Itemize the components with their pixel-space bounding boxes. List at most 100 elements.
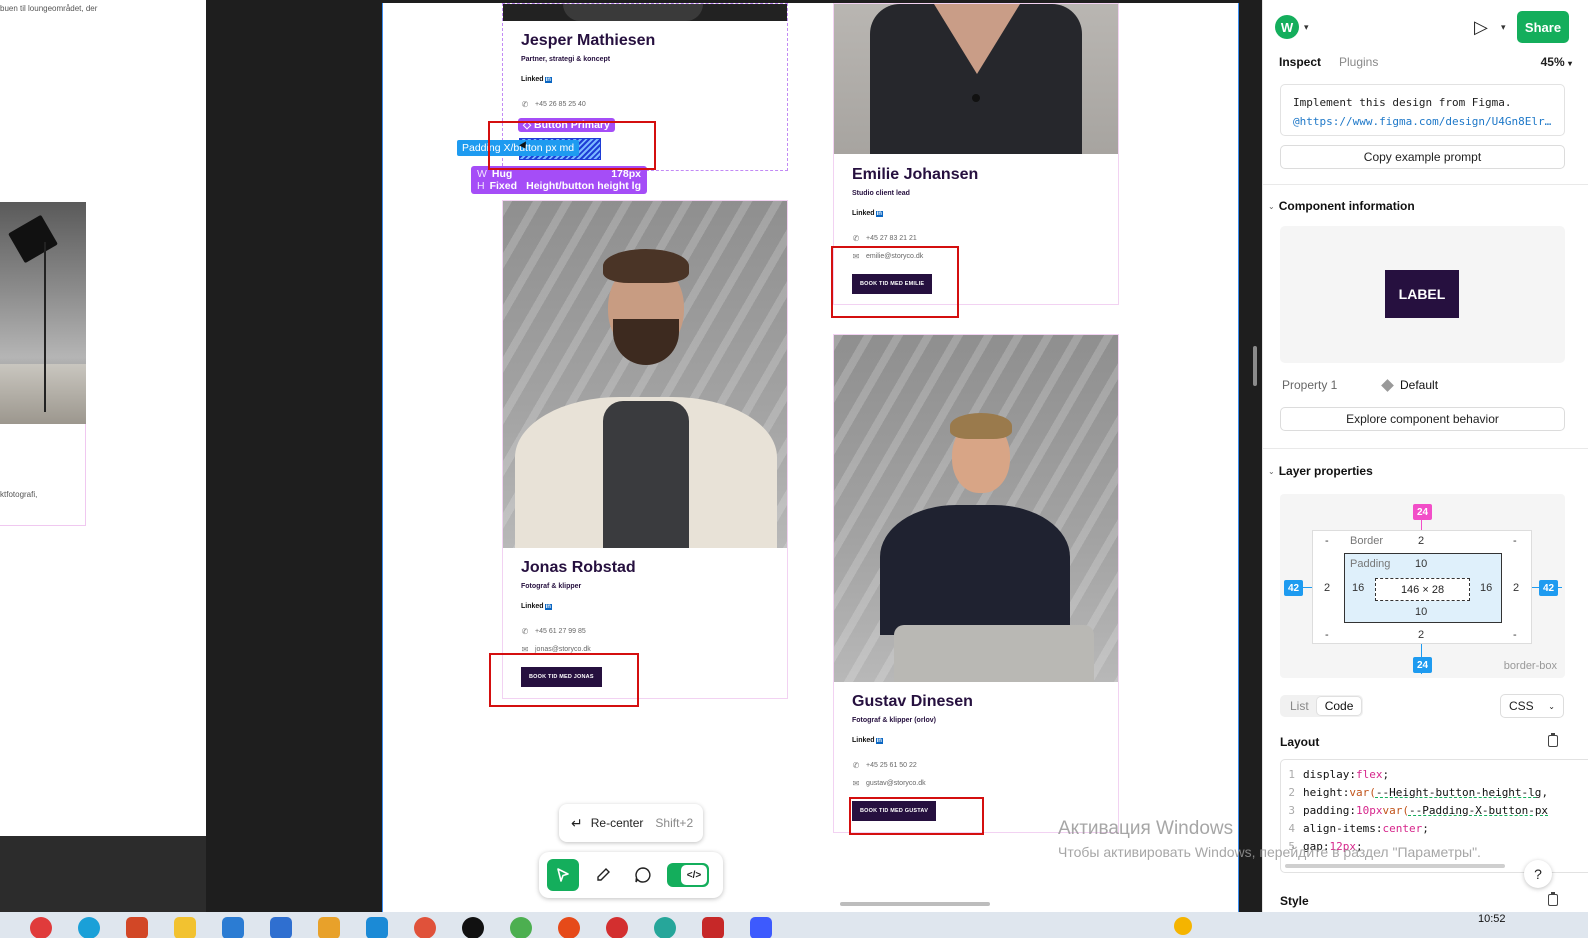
app-icon[interactable]	[510, 917, 532, 938]
design-canvas[interactable]: buen til loungeområdet, der ktfotografi,…	[0, 0, 1262, 912]
app-icon[interactable]	[750, 917, 772, 938]
component-info-header[interactable]: ⌄ Component information	[1268, 199, 1415, 213]
browser-icon[interactable]	[414, 917, 436, 938]
padding-left-value: 16	[1352, 582, 1365, 594]
chevron-down-icon[interactable]: ▾	[1304, 22, 1309, 33]
avatar[interactable]: W	[1275, 15, 1299, 39]
box-model-diagram: 24 24 42 42 - - - - Border 2 2 2 2 Paddi…	[1280, 494, 1565, 678]
color-picker-button[interactable]	[587, 859, 619, 891]
taskbar-clock[interactable]: 10:52	[1478, 913, 1506, 925]
app-icon[interactable]	[318, 917, 340, 938]
variant-diamond-icon	[1381, 378, 1394, 392]
app-icon[interactable]	[366, 917, 388, 938]
chevron-down-icon[interactable]: ▾	[1501, 22, 1506, 33]
folder-icon[interactable]	[174, 917, 196, 938]
share-button[interactable]: Share	[1517, 11, 1569, 43]
component-preview-label: LABEL	[1385, 270, 1459, 318]
member-role: Fotograf & klipper	[521, 583, 582, 590]
mail-icon[interactable]	[702, 917, 724, 938]
language-select[interactable]: CSS ⌄	[1500, 694, 1564, 718]
view-code-button[interactable]: Code	[1316, 697, 1362, 715]
phone-icon: ✆	[521, 100, 529, 109]
bottom-toolbar: </>	[539, 852, 723, 898]
linkedin-link[interactable]: Linked in	[852, 737, 883, 744]
copy-clipboard-icon[interactable]	[1548, 892, 1558, 906]
canvas-horizontal-scrollbar[interactable]	[840, 902, 990, 906]
left-frame-text-bottom: ktfotografi,	[0, 490, 38, 499]
member-role: Studio client lead	[852, 190, 910, 197]
team-card-jonas[interactable]: Jonas Robstad Fotograf & klipper Linked i…	[502, 200, 788, 699]
tab-plugins[interactable]: Plugins	[1339, 55, 1378, 69]
view-list-button[interactable]: List	[1282, 697, 1317, 715]
inspect-panel: W ▾ ▷ ▾ Share Inspect Plugins 45% ▾ Impl…	[1262, 0, 1588, 912]
left-frame-footer	[0, 836, 206, 912]
member-role: Partner, strategi & koncept	[521, 56, 611, 63]
comment-button[interactable]	[627, 859, 659, 891]
border-top-value: 2	[1418, 535, 1425, 547]
zoom-level[interactable]: 45% ▾	[1541, 55, 1572, 69]
panel-tabs: Inspect Plugins 45% ▾	[1263, 52, 1588, 76]
linkedin-link[interactable]: Linked in	[521, 603, 552, 610]
canvas-vertical-scrollbar[interactable]	[1253, 346, 1257, 386]
copy-prompt-button[interactable]: Copy example prompt	[1280, 145, 1565, 169]
code-line: 2 height: var(--Height-button-height-lg,	[1288, 786, 1549, 799]
style-header: Style	[1280, 894, 1309, 908]
mail-icon: ✉	[852, 779, 860, 788]
eyedropper-icon	[597, 868, 610, 881]
prompt-line: Implement this design from Figma.	[1293, 96, 1512, 109]
phone-icon: ✆	[521, 627, 529, 636]
layout-header: Layout	[1280, 735, 1320, 749]
member-role: Fotograf & klipper (orlov)	[852, 717, 936, 724]
size-tooltip: W Hug 178px H Fixed Height/button height lg	[471, 166, 647, 194]
app-icon[interactable]	[222, 917, 244, 938]
explore-behavior-button[interactable]: Explore component behavior	[1280, 407, 1565, 431]
margin-left-value: 42	[1284, 580, 1304, 596]
padding-top-value: 10	[1415, 558, 1428, 570]
dev-mode-toggle[interactable]: </>	[667, 863, 709, 887]
app-icon[interactable]	[30, 917, 52, 938]
linkedin-link[interactable]: Linked in	[852, 210, 883, 217]
app-icon[interactable]	[270, 917, 292, 938]
recenter-button[interactable]: ↵ Re-center Shift+2	[559, 804, 703, 842]
highlight-box	[831, 246, 959, 318]
tab-inspect[interactable]: Inspect	[1279, 55, 1321, 69]
layer-properties-header[interactable]: ⌄ Layer properties	[1268, 464, 1373, 478]
present-play-icon[interactable]: ▷	[1474, 17, 1488, 38]
box-sizing-label: border-box	[1503, 660, 1557, 672]
left-frame[interactable]: buen til loungeområdet, der ktfotografi,	[0, 0, 206, 836]
help-button[interactable]: ?	[1524, 860, 1552, 888]
notification-icon[interactable]	[1174, 917, 1192, 935]
app-icon[interactable]	[654, 917, 676, 938]
studio-photo	[0, 202, 86, 424]
app-icon[interactable]	[558, 917, 580, 938]
divider	[1263, 448, 1588, 449]
linkedin-icon: in	[544, 604, 552, 610]
member-email[interactable]: ✉ gustav@storyco.dk	[852, 779, 926, 788]
code-horizontal-scrollbar[interactable]	[1285, 864, 1505, 868]
member-phone: ✆ +45 25 61 50 22	[852, 761, 917, 770]
app-icon[interactable]	[606, 917, 628, 938]
cursor-icon	[557, 868, 569, 882]
member-name: Jonas Robstad	[521, 559, 636, 576]
move-tool-button[interactable]	[547, 859, 579, 891]
copy-clipboard-icon[interactable]	[1548, 733, 1558, 747]
chevron-down-icon: ⌄	[1548, 701, 1555, 711]
phone-icon: ✆	[852, 761, 860, 770]
team-card-gustav[interactable]: Gustav Dinesen Fotograf & klipper (orlov…	[833, 334, 1119, 833]
team-photo	[834, 335, 1118, 682]
app-icon[interactable]	[126, 917, 148, 938]
left-card-outline	[0, 424, 86, 526]
code-icon: </>	[681, 865, 707, 885]
padding-right-value: 16	[1480, 582, 1493, 594]
prompt-preview: Implement this design from Figma. @https…	[1280, 84, 1565, 136]
prompt-figma-link[interactable]: @https://www.figma.com/design/U4Gn8Elr…	[1293, 112, 1552, 131]
linkedin-link[interactable]: Linked in	[521, 76, 552, 83]
content-size: 146 × 28	[1375, 578, 1470, 601]
property-value[interactable]: Default	[1381, 378, 1438, 392]
app-icon[interactable]	[462, 917, 484, 938]
member-name: Jesper Mathiesen	[521, 32, 656, 49]
highlight-box	[488, 121, 656, 170]
member-name: Gustav Dinesen	[852, 693, 973, 710]
app-icon[interactable]	[78, 917, 100, 938]
code-line: 1 display: flex;	[1288, 768, 1390, 781]
